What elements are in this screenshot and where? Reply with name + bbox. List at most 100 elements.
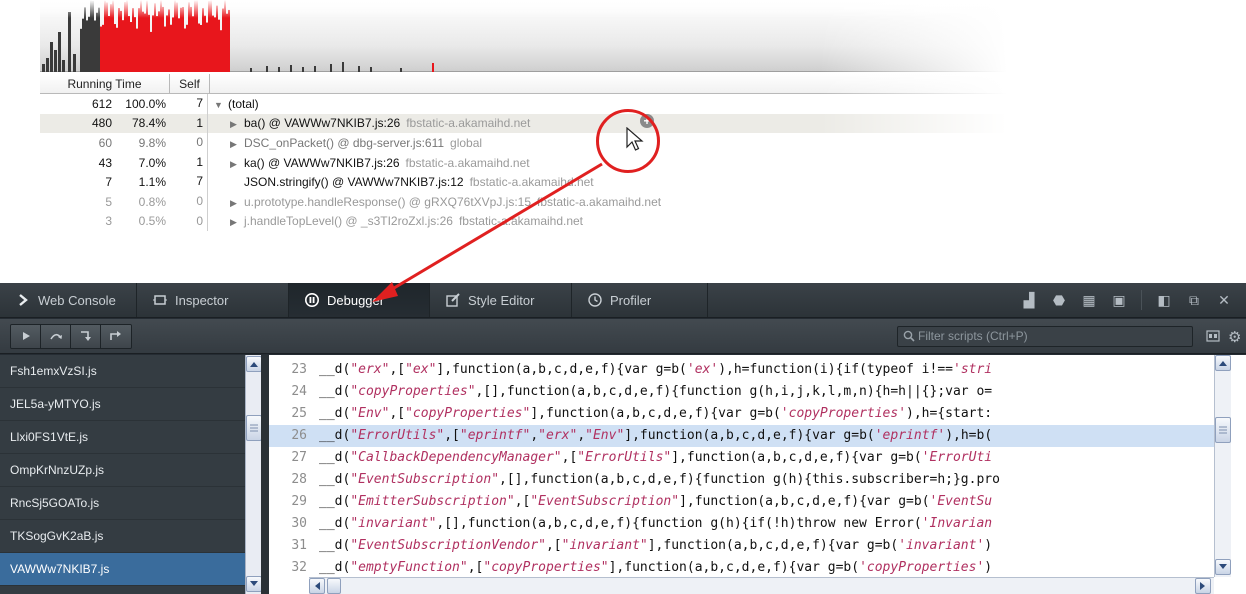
3d-view-icon[interactable]: ⬣ <box>1051 292 1067 308</box>
code-line[interactable]: 26 __d("ErrorUtils",["eprintf","erx","Env… <box>269 425 1214 447</box>
devtools-toolbar: Web Console Inspector Debugger Style Edi… <box>0 283 1246 318</box>
code-line[interactable]: 24 __d("copyProperties",[],function(a,b,c… <box>269 381 1214 403</box>
scroll-thumb[interactable] <box>1215 417 1231 443</box>
code-line[interactable]: 31 __d("EventSubscriptionVendor",["invari… <box>269 535 1214 557</box>
scratchpad-icon[interactable]: ▣ <box>1111 292 1127 308</box>
expand-triangle-icon[interactable]: ▶ <box>230 198 244 209</box>
dock-side-icon[interactable]: ◧ <box>1156 292 1172 308</box>
code-line[interactable]: 25 __d("Env",["copyProperties"],function(… <box>269 403 1214 425</box>
tab-web-console[interactable]: Web Console <box>0 283 137 317</box>
function-source[interactable]: fbstatic-a.akamaihd.net <box>459 214 583 228</box>
code-line[interactable]: 23 __d("erx",["ex"],function(a,b,c,d,e,f)… <box>269 359 1214 381</box>
paint-flashing-icon[interactable]: ▟ <box>1021 292 1037 308</box>
source-editor[interactable]: 23 __d("erx",["ex"],function(a,b,c,d,e,f)… <box>269 355 1246 594</box>
timeline-bar <box>158 11 160 72</box>
toolbar-actions: ▟ ⬣ ▦ ▣ ◧ ⧉ ✕ <box>1021 283 1246 317</box>
step-out-button[interactable] <box>101 324 131 348</box>
code-line[interactable]: 29 __d("EmitterSubscription",["EventSubsc… <box>269 491 1214 513</box>
timeline-bar <box>86 20 88 72</box>
filter-scripts-input[interactable]: Filter scripts (Ctrl+P) <box>897 326 1193 347</box>
sources-list: Fsh1emxVzSI.js JEL5a-yMTYO.js Llxi0FS1VtE.… <box>0 355 245 594</box>
step-over-button[interactable] <box>41 324 71 348</box>
call-tree-row[interactable]: 480 78.4% 1 ▶ ba() @ VAWWw7NKIB7.js:26 fbstat… <box>40 113 1040 134</box>
gear-icon[interactable]: ⚙ <box>1228 328 1241 346</box>
tab-inspector[interactable]: Inspector <box>137 283 289 317</box>
close-icon[interactable]: ✕ <box>1216 292 1232 308</box>
self-header[interactable]: Self <box>170 74 210 93</box>
separate-window-icon[interactable]: ⧉ <box>1186 292 1202 308</box>
line-number[interactable]: 30 <box>269 513 319 535</box>
timeline-bar <box>134 17 136 72</box>
line-number[interactable]: 31 <box>269 535 319 557</box>
function-source[interactable]: fbstatic-a.akamaihd.net <box>537 195 661 209</box>
editor-vertical-scrollbar[interactable] <box>1214 355 1231 577</box>
sources-scrollbar[interactable] <box>245 355 262 594</box>
responsive-design-icon[interactable]: ▦ <box>1081 292 1097 308</box>
step-in-button[interactable] <box>71 324 101 348</box>
self-value: 1 <box>170 113 208 134</box>
scroll-thumb[interactable] <box>246 415 262 441</box>
running-time-header[interactable]: Running Time <box>40 74 170 93</box>
function-source[interactable]: fbstatic-a.akamaihd.net <box>406 116 530 130</box>
scroll-down-button[interactable] <box>246 576 262 592</box>
call-tree-row[interactable]: 60 9.8% 0 ▶ DSC_onPacket() @ dbg-server.js:6… <box>40 133 1040 153</box>
code-line[interactable]: 27 __d("CallbackDependencyManager",["Erro… <box>269 447 1214 469</box>
tab-style-editor[interactable]: Style Editor <box>430 283 572 317</box>
scroll-up-button[interactable] <box>246 356 262 372</box>
function-source[interactable]: fbstatic-a.akamaihd.net <box>406 156 530 170</box>
call-tree-row[interactable]: 5 0.8% 0 ▶ u.prototype.handleResponse() @ gR… <box>40 191 1040 212</box>
expand-triangle-icon[interactable]: ▼ <box>214 100 228 110</box>
search-icon <box>903 330 915 342</box>
code-text: __d("copyProperties",[],function(a,b,c,d… <box>319 384 993 399</box>
code-line[interactable]: 28 __d("EventSubscription",[],function(a,… <box>269 469 1214 491</box>
function-source[interactable]: global <box>450 136 482 150</box>
tab-profiler[interactable]: Profiler <box>572 283 708 317</box>
source-item[interactable]: RncSj5GOATo.js <box>0 487 245 520</box>
editor-horizontal-scrollbar[interactable] <box>309 577 1214 594</box>
call-tree-row[interactable]: 612 100.0% 7 ▼ (total) <box>40 94 1040 114</box>
expand-triangle-icon[interactable]: ▶ <box>230 119 244 130</box>
toggle-panes-icon[interactable] <box>1206 330 1220 342</box>
tab-label: Debugger <box>327 292 385 308</box>
timeline-bar <box>182 7 184 72</box>
call-tree-row[interactable]: 43 7.0% 1 ▶ ka() @ VAWWw7NKIB7.js:26 fbstatic… <box>40 152 1040 173</box>
line-number[interactable]: 27 <box>269 447 319 469</box>
resume-button[interactable] <box>11 324 41 348</box>
source-item[interactable]: Llxi0FS1VtE.js <box>0 421 245 454</box>
scroll-thumb[interactable] <box>327 578 341 594</box>
call-tree-row[interactable]: 3 0.5% 0 ▶ j.handleTopLevel() @ _s3TI2roZxl.… <box>40 211 1040 232</box>
expand-triangle-icon[interactable]: ▶ <box>230 159 244 170</box>
timeline-bar <box>68 12 71 72</box>
code-line[interactable]: 30 __d("invariant",[],function(a,b,c,d,e,… <box>269 513 1214 535</box>
line-number[interactable]: 28 <box>269 469 319 491</box>
timeline-bar <box>210 0 212 72</box>
line-number[interactable]: 24 <box>269 381 319 403</box>
expand-triangle-icon[interactable]: ▶ <box>230 139 244 150</box>
line-number[interactable]: 26 <box>269 425 319 447</box>
code-text: __d("EmitterSubscription",["EventSubscri… <box>319 494 993 509</box>
source-item[interactable]: OmpKrNnzUZp.js <box>0 454 245 487</box>
timeline-bar <box>208 1 210 72</box>
line-number[interactable]: 25 <box>269 403 319 425</box>
timeline-bar <box>226 13 228 72</box>
scroll-right-button[interactable] <box>1195 578 1211 594</box>
line-number[interactable]: 29 <box>269 491 319 513</box>
code-line[interactable]: 32 __d("emptyFunction",["copyProperties"]… <box>269 557 1214 579</box>
running-time-value: 480 <box>91 116 112 131</box>
expand-triangle-icon[interactable]: ▶ <box>230 217 244 228</box>
source-item[interactable]: JEL5a-yMTYO.js <box>0 388 245 421</box>
timeline-bar <box>204 15 206 72</box>
line-number[interactable]: 23 <box>269 359 319 381</box>
scroll-down-button[interactable] <box>1215 559 1231 575</box>
scroll-left-button[interactable] <box>309 578 325 594</box>
tab-debugger[interactable]: Debugger <box>289 283 430 317</box>
source-item[interactable]: TKSogGvK2aB.js <box>0 520 245 553</box>
function-source[interactable]: fbstatic-a.akamaihd.net <box>470 175 594 189</box>
call-tree-row[interactable]: 7 1.1% 7 JSON.stringify() @ VAWWw7NKIB7.js:… <box>40 172 1040 192</box>
chevron-up-icon <box>1219 361 1227 366</box>
scroll-up-button[interactable] <box>1215 355 1231 371</box>
source-item[interactable]: Fsh1emxVzSI.js <box>0 355 245 388</box>
line-number[interactable]: 32 <box>269 557 319 579</box>
source-item[interactable]: VAWWw7NKIB7.js <box>0 553 245 586</box>
timeline-bar <box>140 0 142 72</box>
